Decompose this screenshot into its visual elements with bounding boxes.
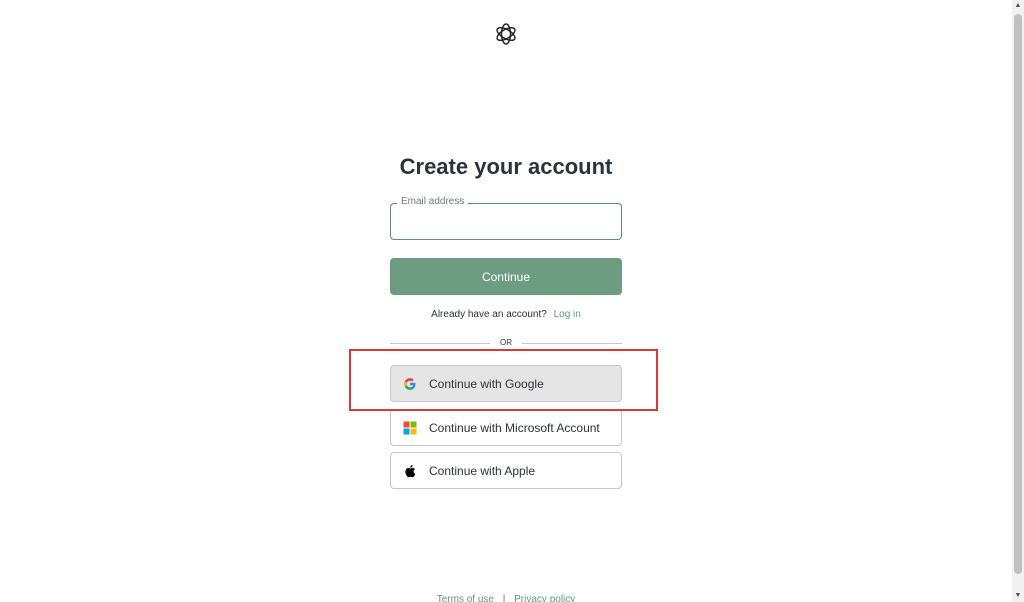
login-link[interactable]: Log in: [554, 309, 581, 320]
vertical-scrollbar[interactable]: ▲ ▼: [1012, 0, 1024, 602]
login-prompt-row: Already have an account? Log in: [0, 309, 1012, 320]
email-field[interactable]: Email address: [390, 196, 622, 240]
login-prompt: Already have an account?: [431, 309, 547, 320]
divider-line-left: [390, 343, 490, 344]
continue-with-microsoft-button[interactable]: Continue with Microsoft Account: [390, 409, 622, 446]
footer: Terms of use | Privacy policy: [0, 594, 1012, 602]
apple-icon: [405, 465, 416, 478]
openai-logo-icon: [496, 23, 516, 45]
divider-line-right: [522, 343, 622, 344]
email-input[interactable]: [401, 212, 615, 234]
apple-button-label: Continue with Apple: [429, 463, 536, 478]
highlight-box: [349, 349, 658, 411]
microsoft-icon: [403, 421, 417, 435]
continue-button[interactable]: Continue: [390, 258, 622, 295]
scroll-thumb[interactable]: [1014, 14, 1022, 574]
privacy-policy-link[interactable]: Privacy policy: [514, 594, 575, 602]
divider-text: OR: [500, 338, 512, 347]
signup-page: Create your account Email address Contin…: [0, 0, 1024, 602]
email-label: Email address: [397, 196, 469, 207]
page-title: Create your account: [399, 154, 613, 179]
footer-separator: |: [502, 594, 506, 602]
scroll-up-arrow-icon[interactable]: ▲: [1014, 2, 1022, 10]
continue-with-apple-button[interactable]: Continue with Apple: [390, 452, 622, 489]
terms-of-use-link[interactable]: Terms of use: [437, 594, 494, 602]
microsoft-button-label: Continue with Microsoft Account: [429, 420, 600, 435]
scroll-down-arrow-icon[interactable]: ▼: [1014, 592, 1022, 600]
